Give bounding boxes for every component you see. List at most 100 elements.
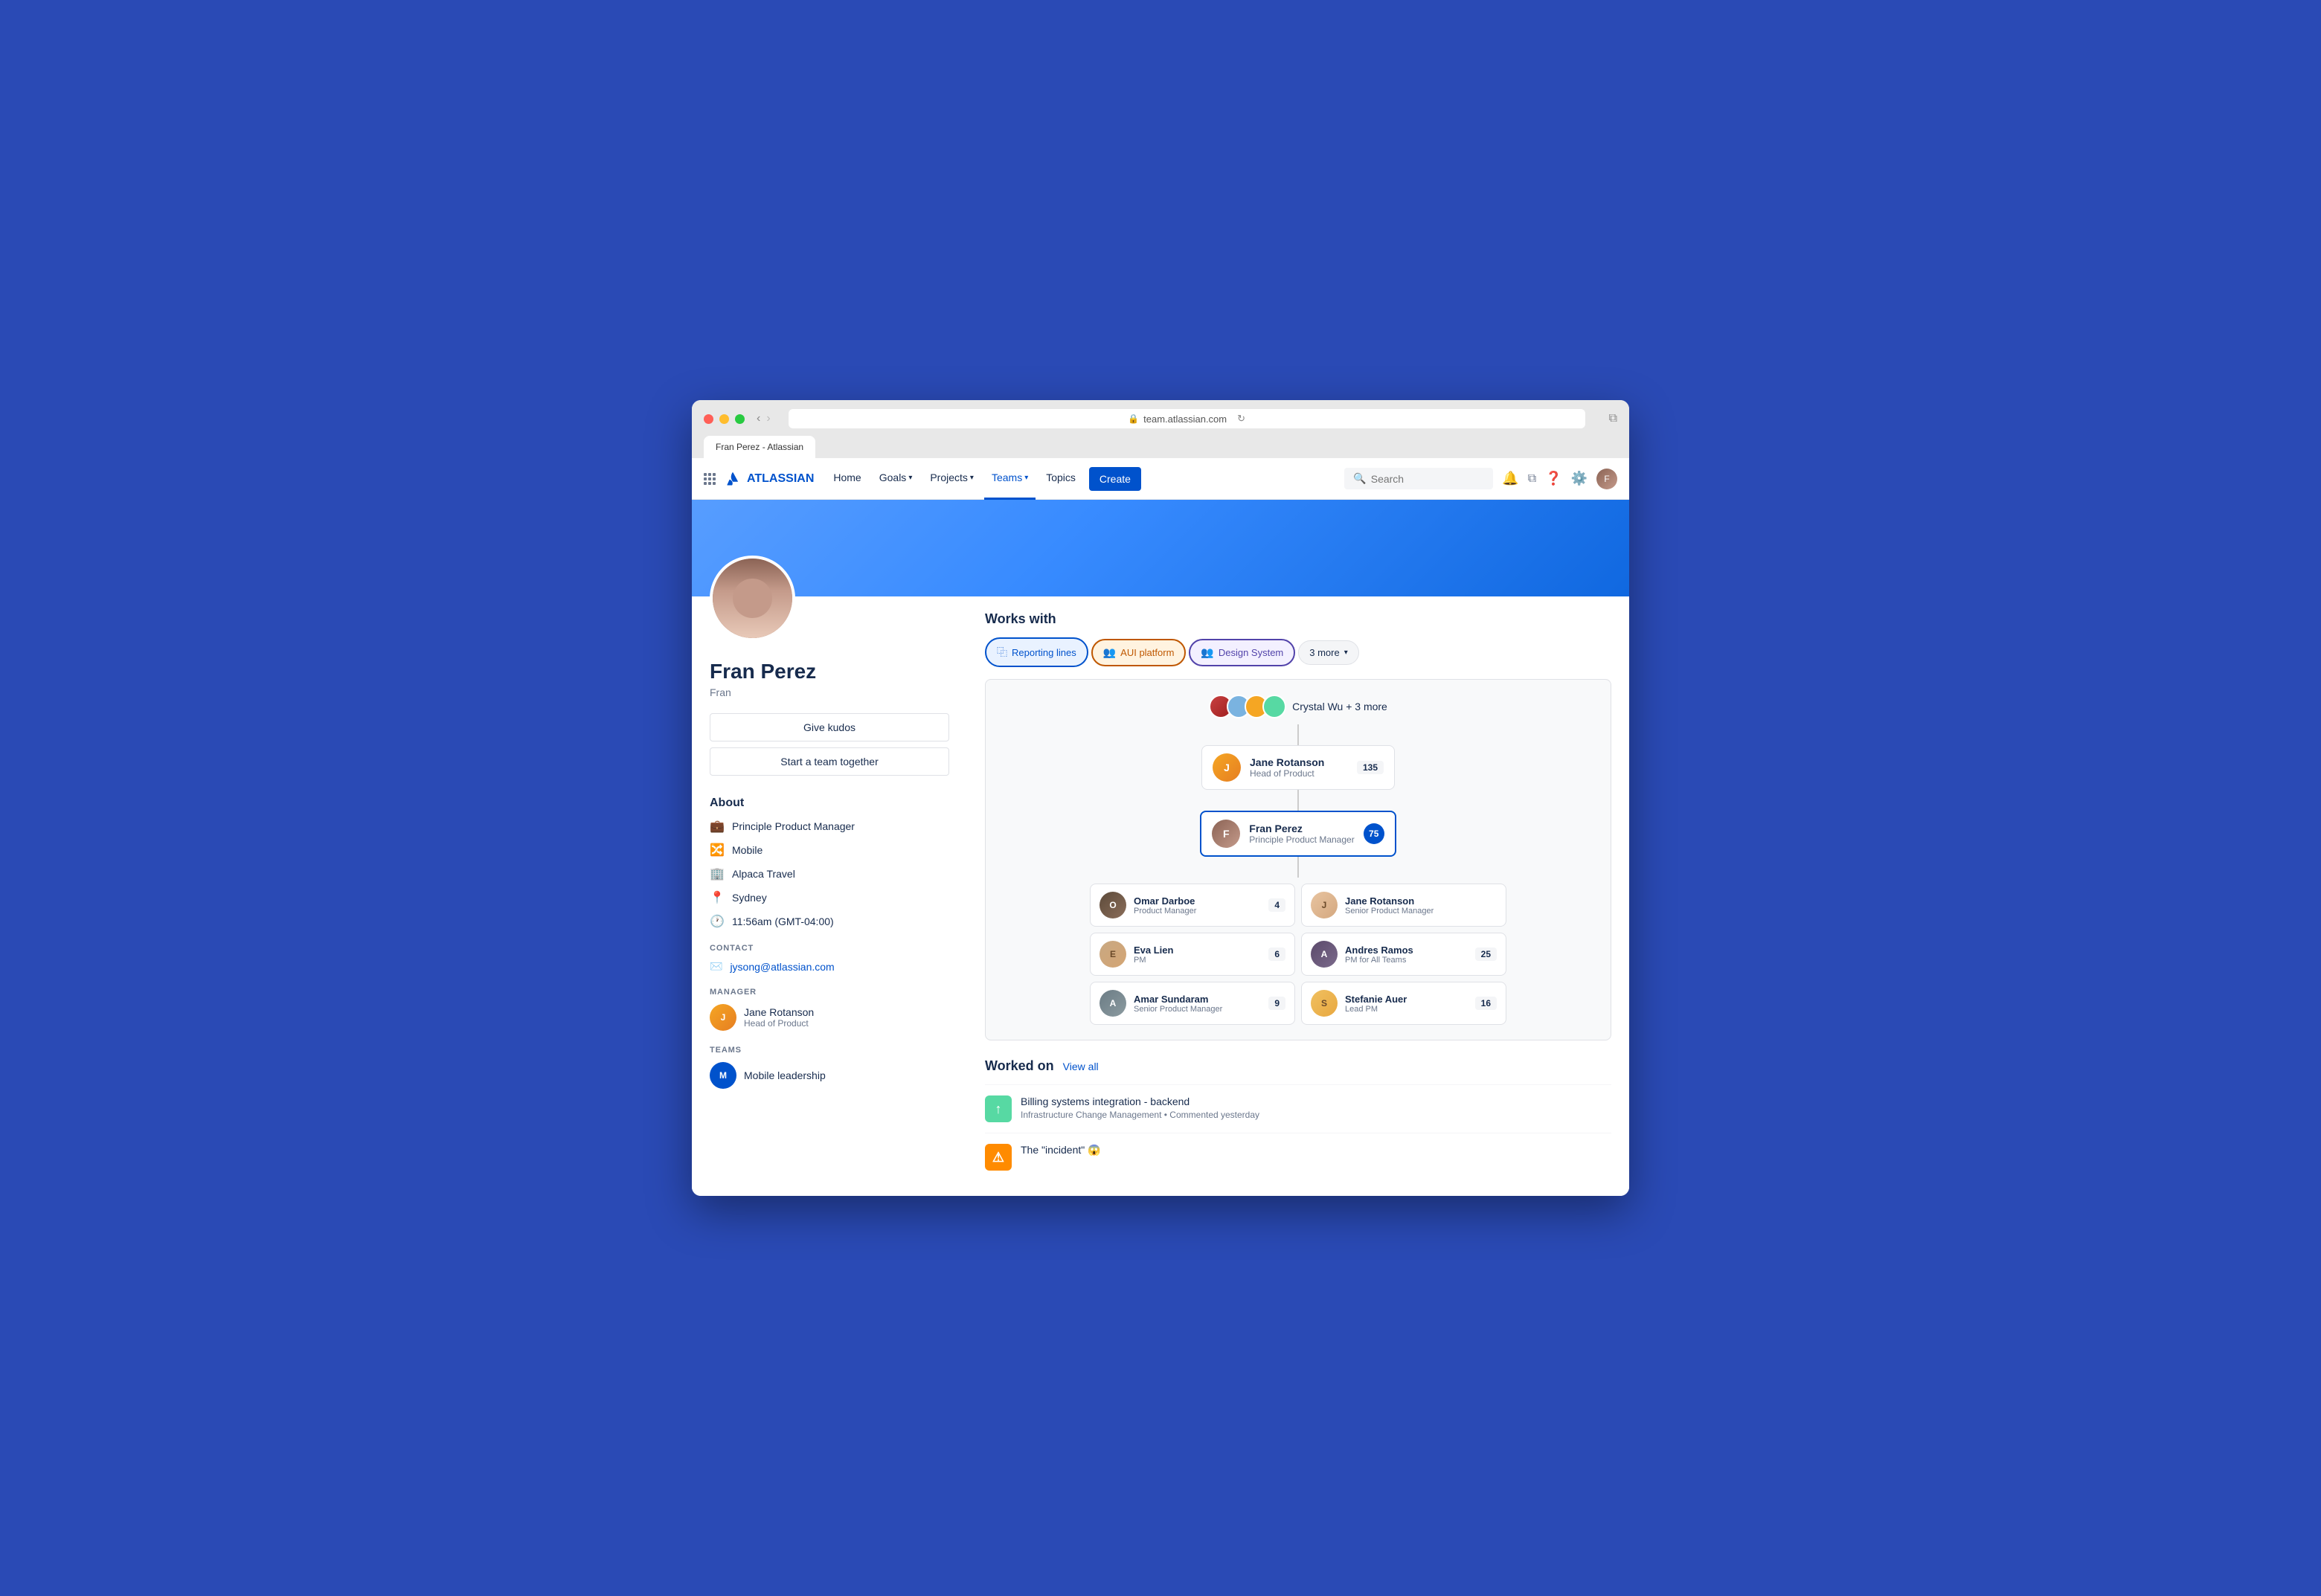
andres-role: PM for All Teams [1345, 956, 1468, 965]
lock-icon: 🔒 [1128, 414, 1139, 424]
new-tab-icon[interactable]: ⧉ [1609, 412, 1617, 425]
eva-avatar: E [1099, 941, 1126, 968]
profile-main: Works with ⿻ Reporting lines 👥 AUI platf… [967, 596, 1629, 1196]
work-item-2[interactable]: ⚠ The "incident" 😱 [985, 1133, 1611, 1181]
profile-name: Fran Perez [710, 660, 949, 683]
view-all-link[interactable]: View all [1063, 1061, 1099, 1072]
chevron-down-icon: ▾ [908, 474, 912, 482]
amar-name: Amar Sundaram [1134, 994, 1261, 1005]
group-avatar-4 [1262, 695, 1286, 718]
manager-avatar: J [710, 1004, 736, 1031]
search-input[interactable] [1371, 473, 1485, 485]
stefanie-name: Stefanie Auer [1345, 994, 1468, 1005]
search-box[interactable]: 🔍 [1344, 468, 1493, 489]
report-jane[interactable]: J Jane Rotanson Senior Product Manager [1301, 884, 1506, 927]
andres-info: Andres Ramos PM for All Teams [1345, 945, 1468, 965]
org-top-label: Crystal Wu + 3 more [1292, 701, 1387, 712]
omar-role: Product Manager [1134, 907, 1261, 916]
user-avatar[interactable]: F [1596, 469, 1617, 489]
users-orange-icon: 👥 [1103, 646, 1116, 659]
work-item-1[interactable]: ↑ Billing systems integration - backend … [985, 1084, 1611, 1133]
org-line-3 [1297, 857, 1299, 878]
work-item-1-meta: Infrastructure Change Management • Comme… [1021, 1110, 1259, 1120]
sitemap-icon: 🔀 [710, 843, 725, 857]
work-item-icon-2: ⚠ [985, 1144, 1012, 1171]
nav-home[interactable]: Home [826, 458, 868, 500]
org-manager-card[interactable]: J Jane Rotanson Head of Product 135 [1201, 745, 1395, 790]
org-chart: Crystal Wu + 3 more J Jane Rotanson Head… [985, 679, 1611, 1040]
worked-on-section: Worked on View all [985, 1058, 1611, 1074]
org-avatars-stack [1209, 695, 1286, 718]
tab-reporting-lines[interactable]: ⿻ Reporting lines [985, 637, 1088, 667]
start-team-button[interactable]: Start a team together [710, 747, 949, 776]
about-org: 🔀 Mobile [710, 843, 949, 857]
current-user-org-name: Fran Perez [1249, 823, 1354, 834]
back-icon[interactable]: ‹ [757, 412, 760, 425]
browser-window: ‹ › 🔒 team.atlassian.com ↻ ⧉ Fran Perez … [692, 400, 1629, 1196]
browser-controls: ‹ › 🔒 team.atlassian.com ↻ ⧉ [704, 409, 1617, 428]
report-stefanie[interactable]: S Stefanie Auer Lead PM 16 [1301, 982, 1506, 1025]
tabs-row: ⿻ Reporting lines 👥 AUI platform 👥 Desig… [985, 637, 1611, 667]
help-icon[interactable]: ❓ [1545, 471, 1561, 486]
manager-org-name: Jane Rotanson [1250, 756, 1348, 768]
sitemap-tab-icon: ⿻ [997, 645, 1007, 660]
url-bar[interactable]: 🔒 team.atlassian.com ↻ [789, 409, 1585, 428]
atlassian-logo-icon [725, 471, 741, 487]
report-amar[interactable]: A Amar Sundaram Senior Product Manager 9 [1090, 982, 1295, 1025]
tab-more[interactable]: 3 more ▾ [1298, 640, 1359, 665]
jane2-info: Jane Rotanson Senior Product Manager [1345, 895, 1497, 916]
profile-sidebar: Fran Perez Fran Give kudos Start a team … [692, 596, 967, 1196]
tab-aui-platform[interactable]: 👥 AUI platform [1091, 639, 1187, 666]
jane2-name: Jane Rotanson [1345, 895, 1497, 907]
settings-icon[interactable]: ⚙️ [1571, 471, 1588, 486]
current-user-org-badge: 75 [1364, 823, 1384, 844]
org-line-1 [1297, 724, 1299, 745]
profile-avatar [710, 556, 795, 641]
jane2-role: Senior Product Manager [1345, 907, 1497, 916]
omar-avatar: O [1099, 892, 1126, 918]
bell-icon[interactable]: 🔔 [1502, 471, 1518, 486]
report-omar[interactable]: O Omar Darboe Product Manager 4 [1090, 884, 1295, 927]
manager-label: MANAGER [710, 988, 949, 997]
work-item-icon-1: ↑ [985, 1095, 1012, 1122]
nav-teams[interactable]: Teams ▾ [984, 458, 1036, 500]
nav-right: 🔍 🔔 ⧉ ❓ ⚙️ F [1344, 468, 1617, 489]
create-button[interactable]: Create [1089, 467, 1141, 491]
nav-projects[interactable]: Projects ▾ [922, 458, 981, 500]
andres-name: Andres Ramos [1345, 945, 1468, 956]
nav-topics[interactable]: Topics [1038, 458, 1083, 500]
briefcase-icon: 💼 [710, 819, 725, 834]
org-top-group: Crystal Wu + 3 more J Jane Rotanson Head… [1001, 695, 1596, 1025]
amar-badge: 9 [1268, 997, 1285, 1010]
amar-role: Senior Product Manager [1134, 1005, 1261, 1014]
refresh-icon[interactable]: ↻ [1237, 413, 1245, 425]
omar-name: Omar Darboe [1134, 895, 1261, 907]
report-andres[interactable]: A Andres Ramos PM for All Teams 25 [1301, 933, 1506, 976]
tab-design-system[interactable]: 👥 Design System [1189, 639, 1295, 666]
apps-grid-icon[interactable] [704, 473, 716, 485]
andres-avatar: A [1311, 941, 1338, 968]
close-button[interactable] [704, 414, 713, 424]
org-current-user-card[interactable]: F Fran Perez Principle Product Manager 7… [1200, 811, 1396, 857]
active-tab[interactable]: Fran Perez - Atlassian [704, 436, 815, 458]
give-kudos-button[interactable]: Give kudos [710, 713, 949, 741]
atlassian-logo[interactable]: ATLASSIAN [725, 471, 814, 487]
amar-avatar: A [1099, 990, 1126, 1017]
minimize-button[interactable] [719, 414, 729, 424]
nav-goals[interactable]: Goals ▾ [872, 458, 920, 500]
browser-tabs: Fran Perez - Atlassian [704, 436, 1617, 458]
forward-icon[interactable]: › [766, 412, 770, 425]
chevron-down-icon: ▾ [970, 474, 974, 482]
manager-item: J Jane Rotanson Head of Product [710, 1004, 949, 1031]
manager-name: Jane Rotanson [744, 1006, 814, 1018]
report-eva[interactable]: E Eva Lien PM 6 [1090, 933, 1295, 976]
works-with-section: Works with ⿻ Reporting lines 👥 AUI platf… [985, 611, 1611, 667]
current-user-org-role: Principle Product Manager [1249, 834, 1354, 845]
maximize-button[interactable] [735, 414, 745, 424]
work-item-1-title: Billing systems integration - backend [1021, 1095, 1259, 1107]
manager-org-info: Jane Rotanson Head of Product [1250, 756, 1348, 779]
chevron-down-icon: ▾ [1024, 474, 1028, 482]
copy-icon[interactable]: ⧉ [1528, 472, 1536, 486]
main-content: Fran Perez Fran Give kudos Start a team … [692, 596, 1629, 1196]
contact-email[interactable]: ✉️ jysong@atlassian.com [710, 960, 949, 973]
